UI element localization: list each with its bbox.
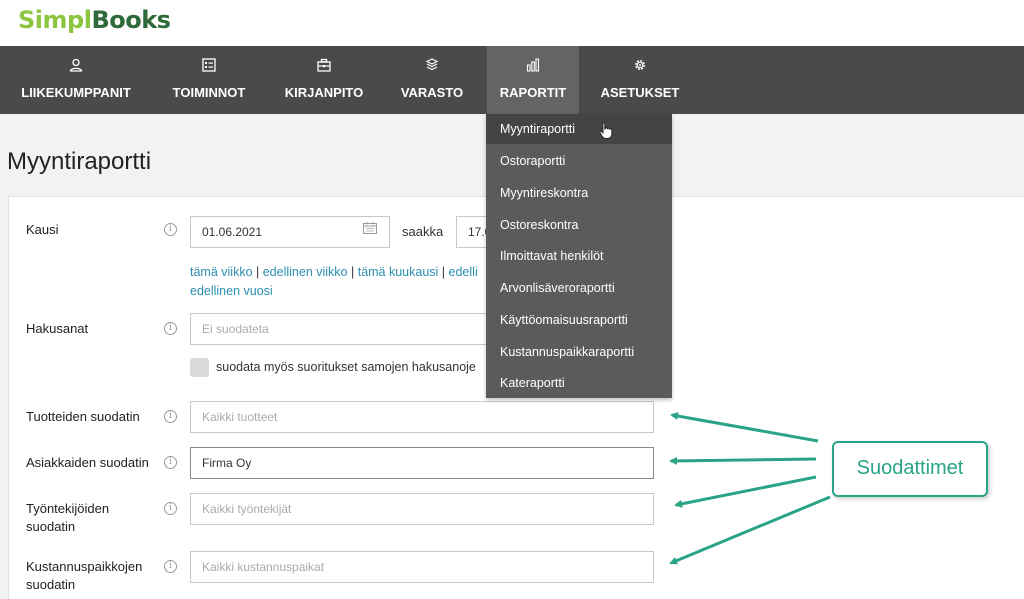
hakusanat-label: Hakusanat	[26, 321, 89, 336]
link-this-month[interactable]: tämä kuukausi	[358, 265, 439, 279]
nav-label: RAPORTIT	[499, 85, 567, 100]
calendar-icon[interactable]	[363, 222, 377, 234]
page-title: Myyntiraportti	[7, 148, 152, 175]
link-this-week[interactable]: tämä viikko	[190, 265, 253, 279]
link-last-year[interactable]: edellinen vuosi	[190, 284, 273, 298]
nav-label: ASETUKSET	[600, 85, 680, 100]
kausi-label: Kausi	[26, 222, 59, 237]
checkbox-label: suodata myös suoritukset samojen hakusan…	[216, 360, 476, 374]
tuotteet-filter-input[interactable]: Kaikki tuotteet	[190, 401, 654, 433]
menu-item-ostoraportti[interactable]: Ostoraportti	[486, 146, 672, 176]
asiakkaat-label: Asiakkaiden suodatin	[26, 455, 149, 470]
filter-payments-checkbox[interactable]	[190, 358, 209, 377]
nav-label: LIIKEKUMPPANIT	[21, 85, 131, 100]
nav-item-liikekumppanit[interactable]: LIIKEKUMPPANIT	[8, 46, 144, 114]
info-icon[interactable]: i	[164, 502, 177, 515]
briefcase-icon	[317, 58, 331, 72]
saakka-label: saakka	[402, 224, 444, 239]
kustannuspaikat-label-line2: suodatin	[26, 577, 76, 592]
tuotteet-label: Tuotteiden suodatin	[26, 409, 140, 424]
header-bar: SimplBooks	[0, 0, 1024, 46]
info-icon[interactable]: i	[164, 456, 177, 469]
tyontekijat-label: Työntekijöiden suodatin	[26, 500, 109, 536]
logo-part2: Books	[91, 6, 171, 34]
menu-item-arvonlisaveroraportti[interactable]: Arvonlisäveroraportti	[486, 273, 672, 303]
nav-label: VARASTO	[400, 85, 464, 100]
simplbooks-logo[interactable]: SimplBooks	[18, 6, 171, 34]
info-icon[interactable]: i	[164, 410, 177, 423]
suodattimet-callout: Suodattimet	[832, 441, 988, 497]
menu-item-kateraportti[interactable]: Kateraportti	[486, 368, 672, 398]
boxes-icon	[425, 58, 439, 71]
info-icon[interactable]: i	[164, 560, 177, 573]
nav-item-asetukset[interactable]: ASETUKSET	[594, 46, 686, 114]
nav-item-kirjanpito[interactable]: KIRJANPITO	[274, 46, 374, 114]
main-nav: LIIKEKUMPPANIT TOIMINNOT KIRJANPITO VARA…	[0, 46, 1024, 114]
reports-dropdown-menu: Myyntiraportti Ostoraportti Myyntireskon…	[486, 114, 672, 398]
separator: |	[438, 265, 449, 279]
list-icon	[202, 58, 216, 72]
menu-item-kayttoomaisuusraportti[interactable]: Käyttöomaisuusraportti	[486, 305, 672, 335]
info-icon[interactable]: i	[164, 223, 177, 236]
kustannuspaikat-label: Kustannuspaikkojen suodatin	[26, 558, 142, 594]
nav-label: KIRJANPITO	[284, 85, 364, 100]
user-icon	[69, 58, 83, 72]
menu-item-myyntiraportti[interactable]: Myyntiraportti	[486, 114, 672, 144]
callout-text: Suodattimet	[856, 457, 964, 479]
kausi-from-input[interactable]: 01.06.2021	[190, 216, 390, 248]
tyontekijat-label-line1: Työntekijöiden	[26, 501, 110, 516]
bar-chart-icon	[526, 58, 540, 72]
hakusanat-input[interactable]: Ei suodateta	[190, 313, 490, 345]
menu-item-kustannuspaikkaraportti[interactable]: Kustannuspaikkaraportti	[486, 337, 672, 367]
kustannuspaikat-filter-input[interactable]: Kaikki kustannuspaikat	[190, 551, 654, 583]
tyontekijat-filter-input[interactable]: Kaikki työntekijät	[190, 493, 654, 525]
asiakkaat-filter-input[interactable]: Firma Oy	[190, 447, 654, 479]
link-last-month[interactable]: edelli	[449, 265, 478, 279]
separator: |	[347, 265, 358, 279]
separator: |	[252, 265, 263, 279]
logo-part1: Simpl	[18, 6, 92, 34]
menu-item-myyntireskontra[interactable]: Myyntireskontra	[486, 178, 672, 208]
menu-item-ostoreskontra[interactable]: Ostoreskontra	[486, 210, 672, 240]
info-icon[interactable]: i	[164, 322, 177, 335]
nav-item-toiminnot[interactable]: TOIMINNOT	[160, 46, 258, 114]
gear-icon	[634, 59, 646, 71]
nav-label: TOIMINNOT	[172, 85, 246, 100]
kustannuspaikat-label-line1: Kustannuspaikkojen	[26, 559, 143, 574]
hand-cursor-icon	[599, 122, 613, 139]
nav-item-varasto[interactable]: VARASTO	[390, 46, 474, 114]
menu-item-ilmoittavat-henkilot[interactable]: Ilmoittavat henkilöt	[486, 241, 672, 271]
link-last-week[interactable]: edellinen viikko	[263, 265, 348, 279]
tyontekijat-label-line2: suodatin	[26, 519, 76, 534]
quick-period-links: tämä viikko | edellinen viikko | tämä ku…	[190, 263, 478, 301]
nav-item-raportit[interactable]: RAPORTIT	[487, 46, 579, 114]
